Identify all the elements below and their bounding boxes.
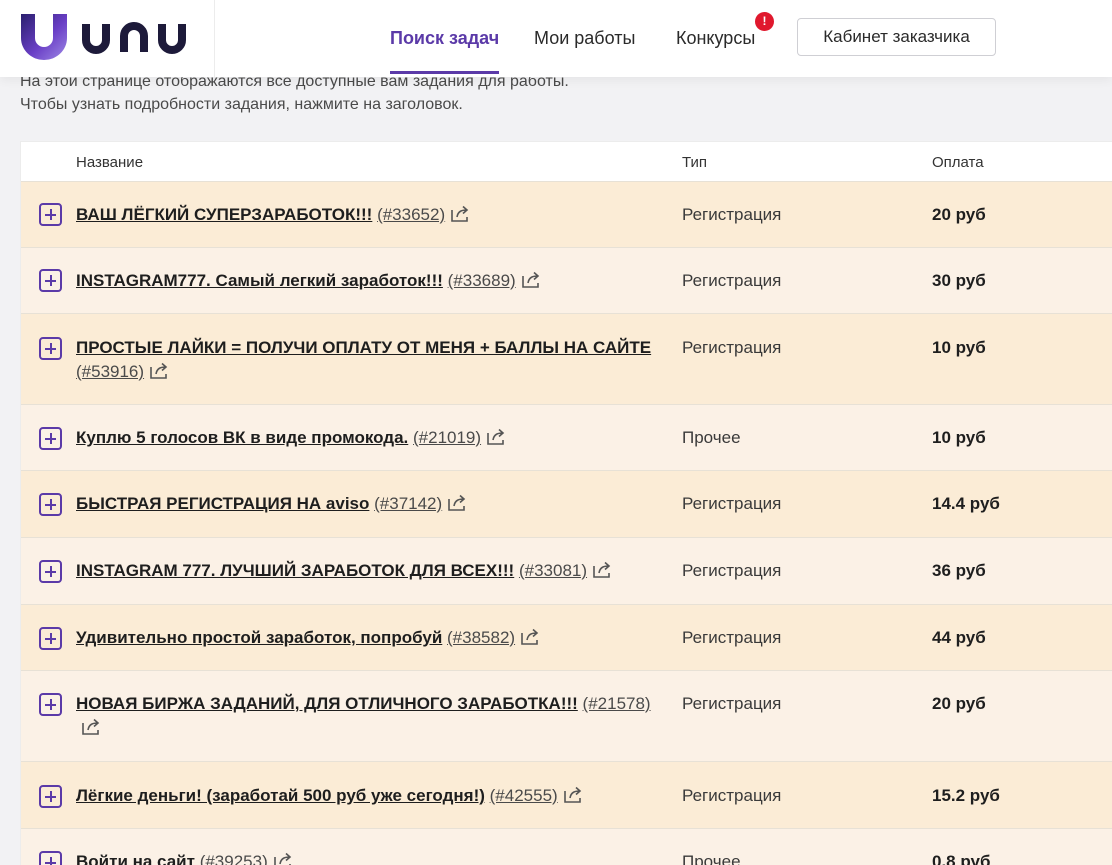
- task-type: Регистрация: [682, 694, 782, 713]
- tasks-table: Название Тип Оплата ВАШ ЛЁГКИЙ СУПЕРЗАРА…: [20, 141, 1112, 865]
- task-title-link[interactable]: ПРОСТЫЕ ЛАЙКИ = ПОЛУЧИ ОПЛАТУ ОТ МЕНЯ + …: [76, 338, 651, 357]
- task-id-link[interactable]: (#37142): [374, 494, 442, 513]
- external-link-icon[interactable]: [487, 428, 507, 445]
- task-type: Прочее: [682, 428, 741, 447]
- table-row: ВАШ ЛЁГКИЙ СУПЕРЗАРАБОТОК!!! (#33652) Ре…: [21, 181, 1112, 247]
- column-header-name: Название: [76, 154, 144, 171]
- nav-tab-search-tasks[interactable]: Поиск задач: [390, 27, 499, 49]
- expand-plus-icon[interactable]: [39, 269, 62, 292]
- customer-cabinet-button[interactable]: Кабинет заказчика: [797, 18, 996, 56]
- external-link-icon[interactable]: [150, 362, 170, 379]
- intro-line-2: Чтобы узнать подробности задания, нажмит…: [20, 96, 463, 113]
- task-title-link[interactable]: Лёгкие деньги! (заработай 500 руб уже се…: [76, 786, 485, 805]
- task-title-link[interactable]: Войти на сайт: [76, 852, 195, 865]
- task-id-link[interactable]: (#33081): [519, 561, 587, 580]
- task-title-link[interactable]: INSTAGRAM777. Самый легкий заработок!!!: [76, 271, 443, 290]
- task-id-link[interactable]: (#53916): [76, 362, 144, 381]
- expand-plus-icon[interactable]: [39, 337, 62, 360]
- expand-plus-icon[interactable]: [39, 203, 62, 226]
- task-pay: 10 руб: [932, 338, 986, 357]
- task-title: ВАШ ЛЁГКИЙ СУПЕРЗАРАБОТОК!!! (#33652): [76, 203, 676, 227]
- task-title-link[interactable]: БЫСТРАЯ РЕГИСТРАЦИЯ НА aviso: [76, 494, 369, 513]
- task-title-link[interactable]: Удивительно простой заработок, попробуй: [76, 628, 442, 647]
- expand-plus-icon[interactable]: [39, 427, 62, 450]
- table-row: INSTAGRAM777. Самый легкий заработок!!! …: [21, 247, 1112, 313]
- task-type: Прочее: [682, 852, 741, 865]
- task-id-link[interactable]: (#21019): [413, 428, 481, 447]
- table-row: Удивительно простой заработок, попробуй …: [21, 604, 1112, 670]
- expand-plus-icon[interactable]: [39, 627, 62, 650]
- task-id-link[interactable]: (#21578): [583, 694, 651, 713]
- top-header: Поиск задач Мои работы Конкурсы ! Кабине…: [0, 0, 1112, 77]
- table-row: Войти на сайт (#39253) Прочее 0.8 руб: [21, 828, 1112, 865]
- external-link-icon[interactable]: [593, 561, 613, 578]
- external-link-icon[interactable]: [521, 628, 541, 645]
- contests-alert-badge: !: [755, 12, 774, 31]
- task-id-link[interactable]: (#33689): [448, 271, 516, 290]
- task-pay: 20 руб: [932, 205, 986, 224]
- task-title: INSTAGRAM777. Самый легкий заработок!!! …: [76, 269, 676, 293]
- external-link-icon[interactable]: [563, 786, 584, 803]
- task-title-link[interactable]: НОВАЯ БИРЖА ЗАДАНИЙ, ДЛЯ ОТЛИЧНОГО ЗАРАБ…: [76, 694, 578, 713]
- logo[interactable]: [0, 0, 215, 77]
- task-type: Регистрация: [682, 786, 782, 805]
- task-title: Удивительно простой заработок, попробуй …: [76, 626, 676, 650]
- task-title: БЫСТРАЯ РЕГИСТРАЦИЯ НА aviso (#37142): [76, 492, 676, 516]
- task-title-link[interactable]: ВАШ ЛЁГКИЙ СУПЕРЗАРАБОТОК!!!: [76, 205, 372, 224]
- external-link-icon[interactable]: [273, 852, 294, 865]
- table-row: НОВАЯ БИРЖА ЗАДАНИЙ, ДЛЯ ОТЛИЧНОГО ЗАРАБ…: [21, 670, 1112, 761]
- column-header-type: Тип: [682, 154, 708, 171]
- task-pay: 14.4 руб: [932, 494, 1000, 513]
- task-title: Войти на сайт (#39253): [76, 850, 676, 865]
- expand-plus-icon[interactable]: [39, 851, 62, 865]
- task-title: Куплю 5 голосов ВК в виде промокода. (#2…: [76, 426, 676, 450]
- task-title: INSTAGRAM 777. ЛУЧШИЙ ЗАРАБОТОК ДЛЯ ВСЕХ…: [76, 559, 676, 583]
- column-header-pay: Оплата: [932, 154, 984, 171]
- task-pay: 30 руб: [932, 271, 986, 290]
- table-row: Куплю 5 голосов ВК в виде промокода. (#2…: [21, 404, 1112, 470]
- task-title: Лёгкие деньги! (заработай 500 руб уже се…: [76, 784, 676, 808]
- expand-plus-icon[interactable]: [39, 693, 62, 716]
- expand-plus-icon[interactable]: [39, 493, 62, 516]
- external-link-icon[interactable]: [521, 271, 542, 288]
- task-title: ПРОСТЫЕ ЛАЙКИ = ПОЛУЧИ ОПЛАТУ ОТ МЕНЯ + …: [76, 336, 676, 384]
- task-title-link[interactable]: INSTAGRAM 777. ЛУЧШИЙ ЗАРАБОТОК ДЛЯ ВСЕХ…: [76, 561, 514, 580]
- expand-plus-icon[interactable]: [39, 785, 62, 808]
- nav-tab-my-works[interactable]: Мои работы: [534, 27, 635, 49]
- table-row: БЫСТРАЯ РЕГИСТРАЦИЯ НА aviso (#37142) Ре…: [21, 470, 1112, 537]
- table-row: Лёгкие деньги! (заработай 500 руб уже се…: [21, 761, 1112, 828]
- task-pay: 20 руб: [932, 694, 986, 713]
- expand-plus-icon[interactable]: [39, 560, 62, 583]
- task-type: Регистрация: [682, 628, 782, 647]
- task-type: Регистрация: [682, 205, 782, 224]
- table-row: INSTAGRAM 777. ЛУЧШИЙ ЗАРАБОТОК ДЛЯ ВСЕХ…: [21, 537, 1112, 604]
- task-id-link[interactable]: (#38582): [447, 628, 515, 647]
- task-id-link[interactable]: (#42555): [490, 786, 558, 805]
- task-title-link[interactable]: Куплю 5 голосов ВК в виде промокода.: [76, 428, 408, 447]
- external-link-icon[interactable]: [451, 205, 471, 222]
- logo-mark-icon: [21, 14, 67, 60]
- task-type: Регистрация: [682, 561, 782, 580]
- task-title: НОВАЯ БИРЖА ЗАДАНИЙ, ДЛЯ ОТЛИЧНОГО ЗАРАБ…: [76, 692, 676, 740]
- nav-active-underline: [390, 71, 499, 74]
- table-row: ПРОСТЫЕ ЛАЙКИ = ПОЛУЧИ ОПЛАТУ ОТ МЕНЯ + …: [21, 313, 1112, 404]
- nav-tab-contests[interactable]: Конкурсы: [676, 27, 755, 49]
- task-pay: 36 руб: [932, 561, 986, 580]
- task-pay: 44 руб: [932, 628, 986, 647]
- task-type: Регистрация: [682, 338, 782, 357]
- external-link-icon[interactable]: [82, 718, 102, 735]
- task-pay: 10 руб: [932, 428, 986, 447]
- task-type: Регистрация: [682, 494, 782, 513]
- task-pay: 15.2 руб: [932, 786, 1000, 805]
- external-link-icon[interactable]: [448, 494, 468, 511]
- logo-wordmark: [82, 22, 186, 54]
- task-id-link[interactable]: (#39253): [200, 852, 268, 865]
- table-header: Название Тип Оплата: [21, 142, 1112, 181]
- task-id-link[interactable]: (#33652): [377, 205, 445, 224]
- task-pay: 0.8 руб: [932, 852, 991, 865]
- task-type: Регистрация: [682, 271, 782, 290]
